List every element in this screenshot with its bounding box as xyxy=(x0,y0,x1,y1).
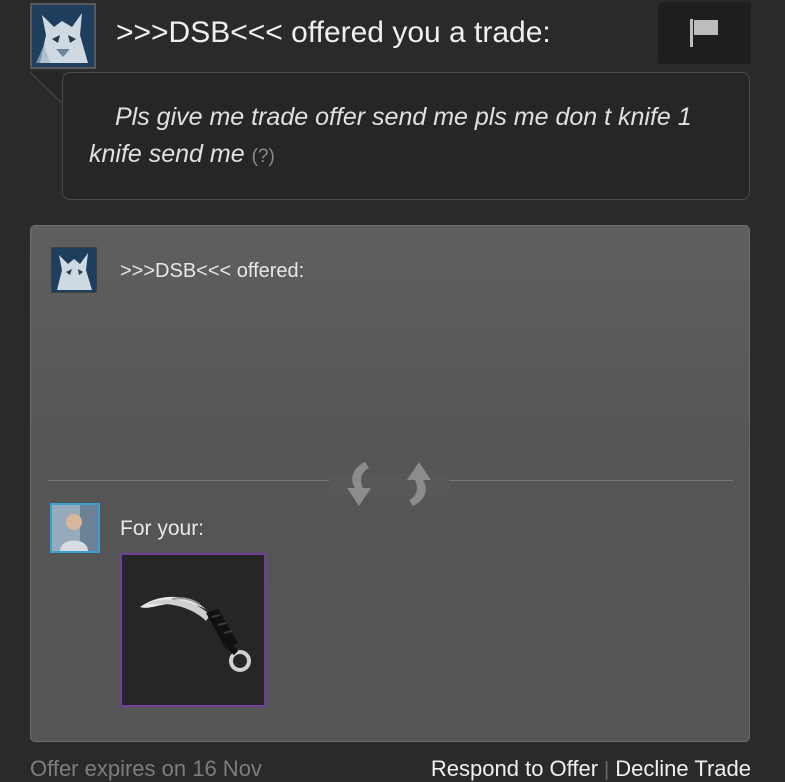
action-separator: | xyxy=(604,759,610,781)
help-link[interactable]: (?) xyxy=(252,146,275,167)
partner-small-avatar[interactable] xyxy=(51,247,97,293)
trade-message-text: Pls give me trade offer send me pls me d… xyxy=(89,103,692,168)
my-avatar[interactable] xyxy=(50,503,100,553)
wolf-avatar-icon xyxy=(52,248,96,292)
wolf-avatar-icon xyxy=(32,5,94,67)
for-your-label: For your: xyxy=(120,517,205,540)
respond-to-offer-link[interactable]: Respond to Offer xyxy=(431,756,598,781)
trade-actions: Respond to Offer | Decline Trade xyxy=(431,756,751,782)
partner-avatar[interactable] xyxy=(30,3,96,69)
trade-items-panel: >>>DSB<<< offered: For your: xyxy=(30,225,750,742)
trade-footer: Offer expires on 16 Nov Respond to Offer… xyxy=(0,750,785,782)
flag-icon xyxy=(690,19,718,47)
karambit-knife-icon xyxy=(140,596,251,672)
trade-message-bubble: Pls give me trade offer send me pls me d… xyxy=(62,72,750,200)
user-photo-icon xyxy=(52,505,98,551)
trade-message: Pls give me trade offer send me pls me d… xyxy=(89,99,729,175)
trade-swap-arrows-icon xyxy=(329,462,449,506)
report-flag-button[interactable] xyxy=(658,2,751,64)
trade-title: >>>DSB<<< offered you a trade: xyxy=(116,16,551,49)
trade-header: >>>DSB<<< offered you a trade: xyxy=(0,0,785,72)
offer-expiry: Offer expires on 16 Nov xyxy=(30,756,262,781)
decline-trade-link[interactable]: Decline Trade xyxy=(615,756,751,781)
karambit-item-slot[interactable] xyxy=(120,553,266,707)
partner-offered-label: >>>DSB<<< offered: xyxy=(120,260,305,282)
